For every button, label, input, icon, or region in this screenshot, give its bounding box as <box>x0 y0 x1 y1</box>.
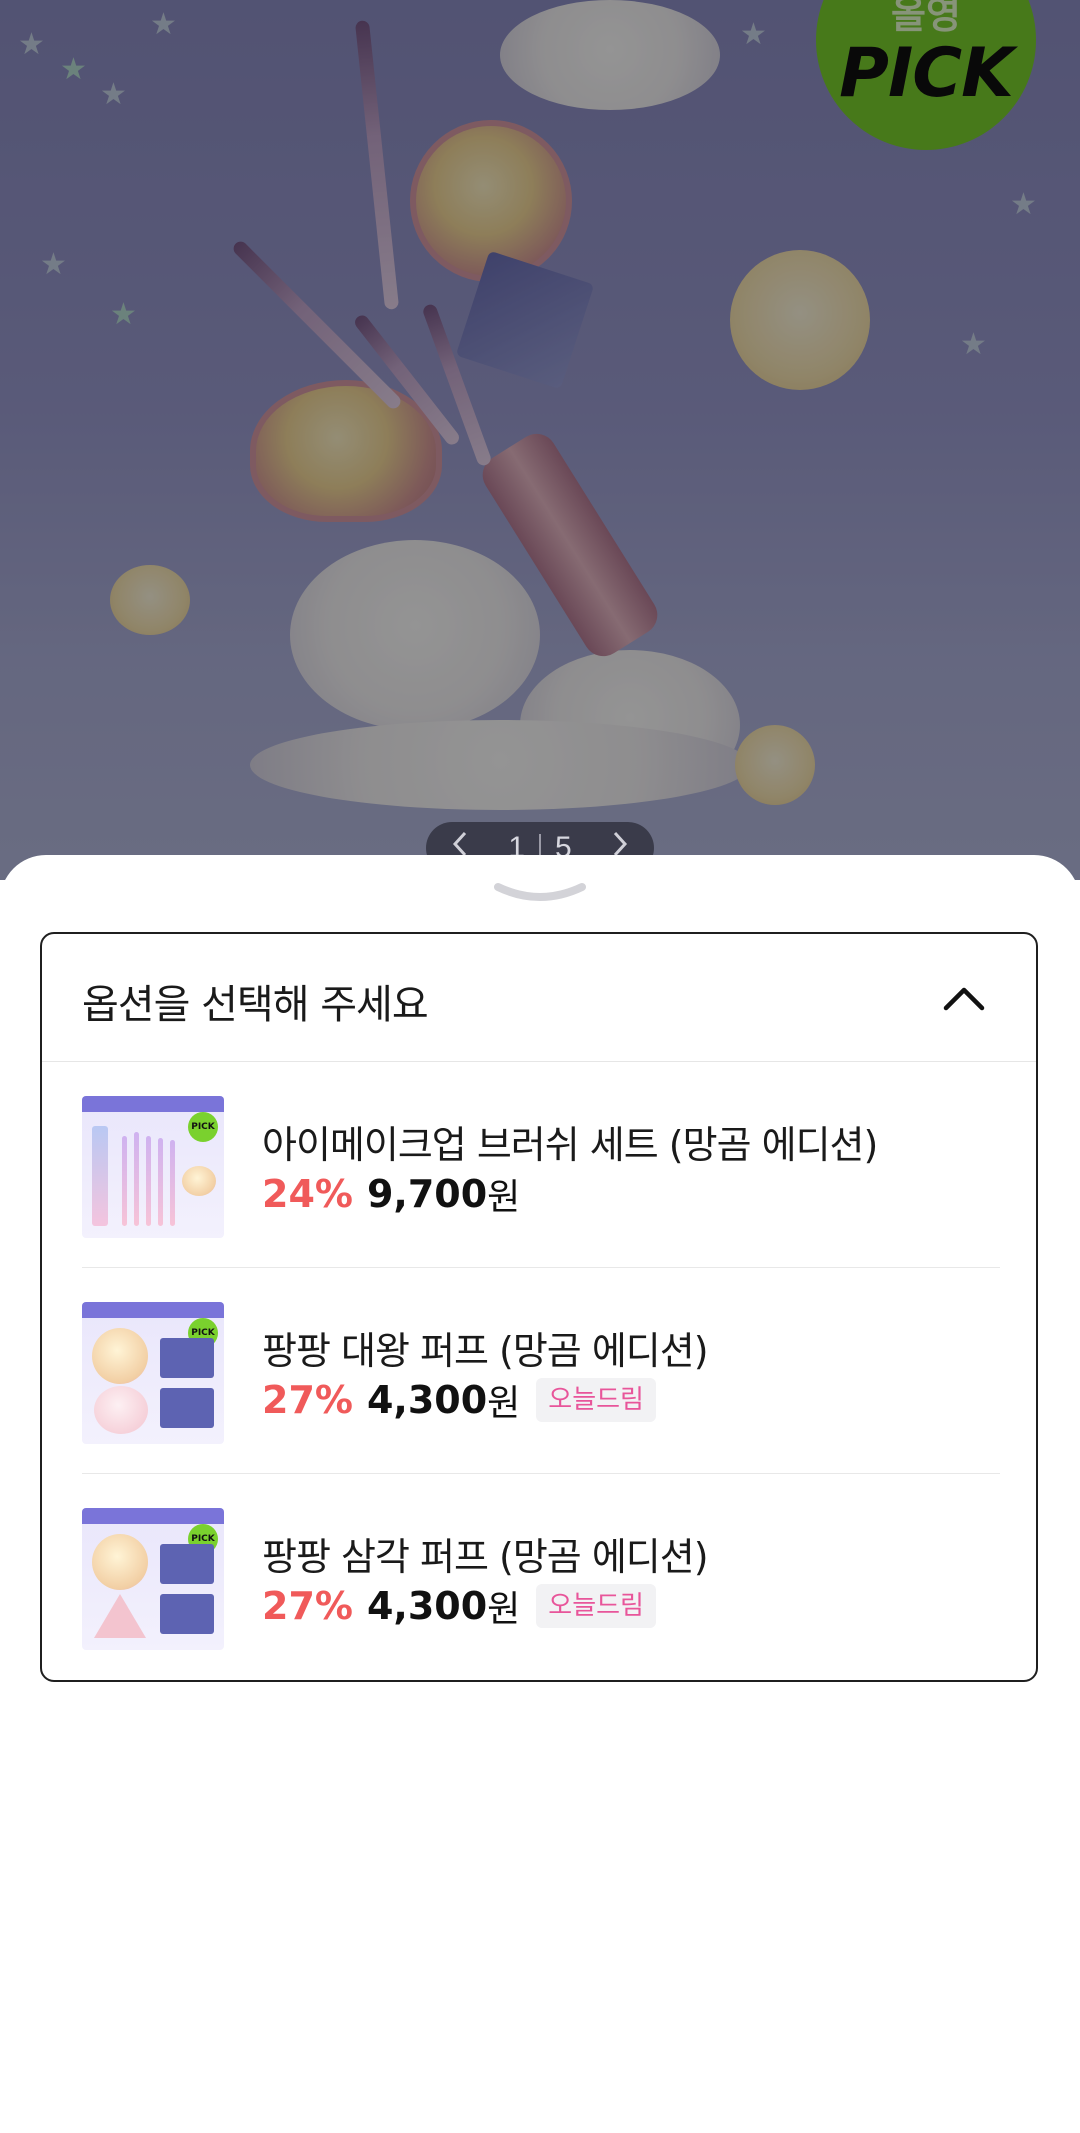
thumbnail-triangle-puff <box>94 1594 146 1638</box>
today-delivery-badge: 오늘드림 <box>536 1378 656 1422</box>
price-unit: 원 <box>487 1177 521 1218</box>
discount-rate: 24% <box>262 1172 353 1216</box>
thumbnail-brush <box>158 1138 163 1226</box>
chevron-up-icon[interactable] <box>940 974 988 1022</box>
thumbnail-puff <box>92 1328 148 1384</box>
thumbnail-card <box>160 1544 214 1584</box>
thumbnail-header-band <box>82 1508 224 1524</box>
option-bottom-sheet: 옵션을 선택해 주세요 PICK 아이메이크업 브러쉬 세트 (망곰 에디션) … <box>0 855 1080 2133</box>
product-thumbnail: PICK <box>82 1096 224 1238</box>
modal-dim-overlay[interactable] <box>0 0 1080 880</box>
option-price-row: 27% 4,300 원 오늘드림 <box>262 1374 656 1426</box>
thumbnail-header-band <box>82 1302 224 1318</box>
option-item[interactable]: PICK 팡팡 대왕 퍼프 (망곰 에디션) 27% 4,300 원 오늘드림 <box>82 1268 1000 1474</box>
option-item-name: 팡팡 삼각 퍼프 (망곰 에디션) <box>262 1535 709 1579</box>
thumbnail-puff <box>94 1386 148 1434</box>
option-select-header[interactable]: 옵션을 선택해 주세요 <box>42 934 1036 1062</box>
thumbnail-card <box>160 1388 214 1428</box>
discount-rate: 27% <box>262 1584 353 1628</box>
discount-rate: 27% <box>262 1378 353 1422</box>
price-unit: 원 <box>487 1383 521 1424</box>
thumbnail-character <box>182 1166 216 1196</box>
option-select-title: 옵션을 선택해 주세요 <box>82 982 429 1028</box>
thumbnail-brush <box>122 1136 127 1226</box>
thumbnail-card <box>160 1594 214 1634</box>
thumbnail-card <box>160 1338 214 1378</box>
thumbnail-brush <box>134 1132 139 1226</box>
product-thumbnail: PICK <box>82 1508 224 1650</box>
option-price-row: 24% 9,700 원 <box>262 1168 520 1220</box>
chevron-down-icon[interactable] <box>492 881 588 909</box>
thumbnail-header-band <box>82 1096 224 1112</box>
option-item[interactable]: PICK 팡팡 삼각 퍼프 (망곰 에디션) 27% 4,300 원 오늘드림 <box>82 1474 1000 1680</box>
product-thumbnail: PICK <box>82 1302 224 1444</box>
option-select-dropdown: 옵션을 선택해 주세요 PICK 아이메이크업 브러쉬 세트 (망곰 에디션) … <box>40 932 1038 1682</box>
sale-price: 4,300 <box>366 1378 488 1422</box>
price-unit: 원 <box>487 1589 521 1630</box>
sale-price: 4,300 <box>366 1584 488 1628</box>
thumbnail-brush <box>170 1140 175 1226</box>
thumbnail-puff <box>92 1534 148 1590</box>
thumbnail-pick-badge: PICK <box>188 1112 218 1142</box>
option-item-name: 아이메이크업 브러쉬 세트 (망곰 에디션) <box>262 1123 878 1167</box>
option-item[interactable]: PICK 아이메이크업 브러쉬 세트 (망곰 에디션) 24% 9,700 원 <box>82 1062 1000 1268</box>
thumbnail-tube <box>92 1126 108 1226</box>
today-delivery-badge: 오늘드림 <box>536 1584 656 1628</box>
option-price-row: 27% 4,300 원 오늘드림 <box>262 1580 656 1632</box>
thumbnail-brush <box>146 1136 151 1226</box>
option-item-name: 팡팡 대왕 퍼프 (망곰 에디션) <box>262 1329 709 1373</box>
sale-price: 9,700 <box>366 1172 488 1216</box>
